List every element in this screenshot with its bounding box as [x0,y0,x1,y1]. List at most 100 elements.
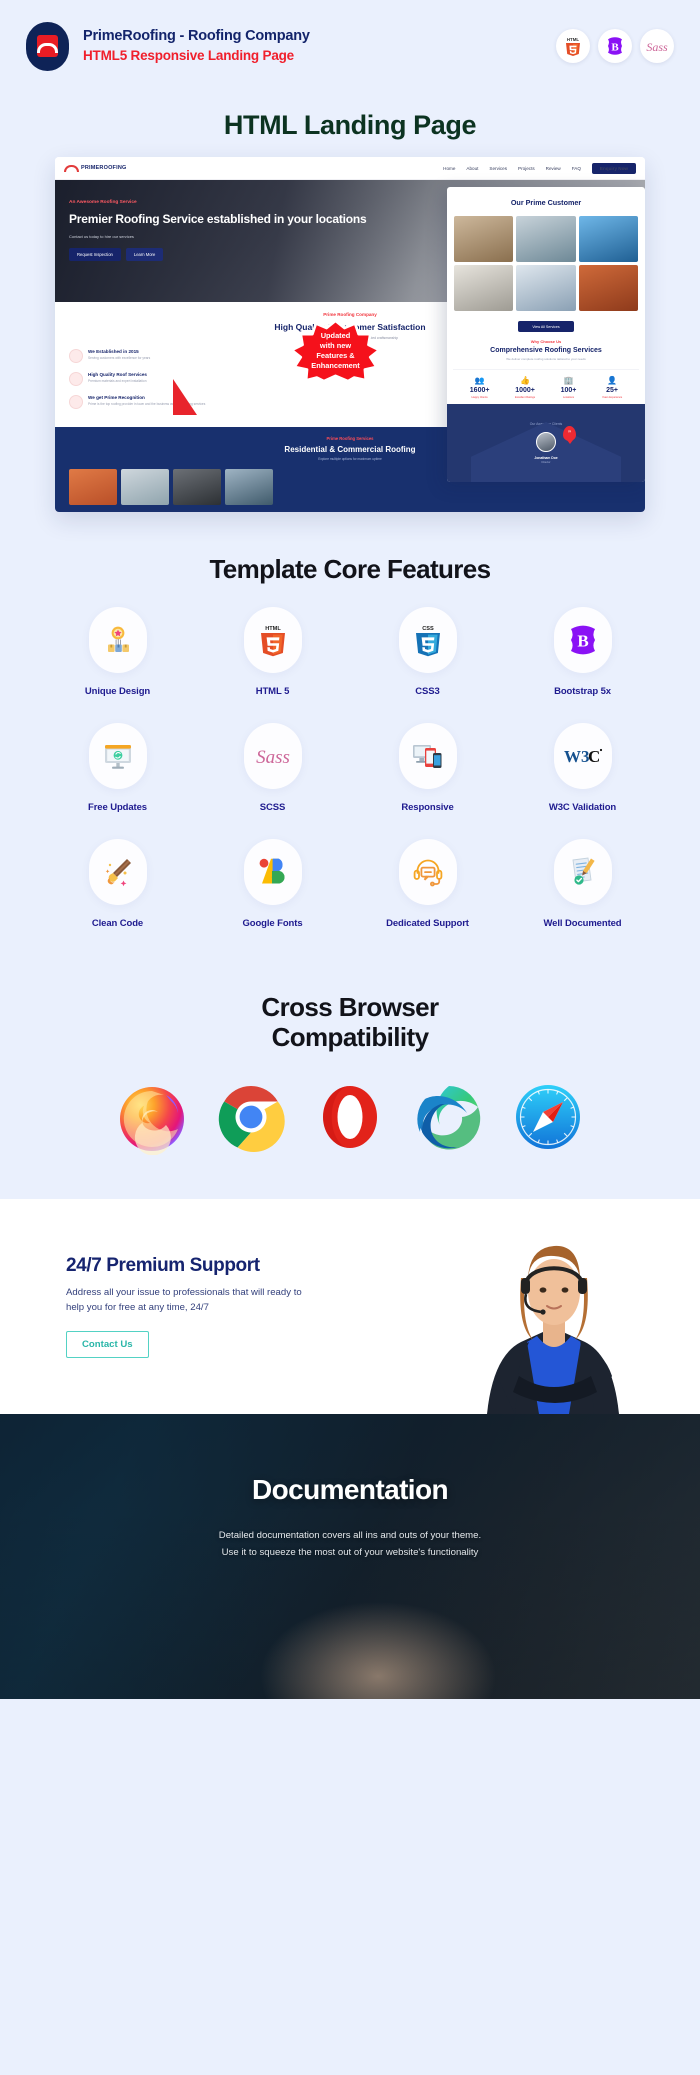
badge-line-3: Features & [316,351,355,360]
feature-label: W3C Validation [548,802,617,813]
feature-google-fonts[interactable]: Google Fonts [195,839,350,955]
overlay-stat: 🏢 100+ Locations [560,376,577,399]
brand-subtitle: HTML5 Responsive Landing Page [83,47,294,63]
preview-nav-item: FAQ [571,165,581,171]
overlay-stats: 👥 1600+ Happy Clients 👍 1000+ Excellent … [453,369,639,406]
preview-nav-item: Services [489,165,508,171]
feature-label: Google Fonts [242,918,303,929]
quality-item-icon [69,372,83,386]
feature-clean-code[interactable]: Clean Code [40,839,195,955]
preview-service-thumb [225,469,273,505]
sass-badge-icon: Sass [640,29,674,63]
preview-hero-button-2: Learn More [125,247,164,261]
feature-well-documented[interactable]: Well Documented [505,839,660,955]
landing-page: PrimeRoofing - Roofing Company HTML5 Res… [0,0,700,1699]
edge-icon [411,1079,487,1155]
feature-free-updates[interactable]: Free Updates [40,723,195,839]
preview-nav-item: About [466,165,479,171]
preview-overlay-page: Our Prime Customer View All Services Why… [447,187,645,482]
html5-badge-icon: HTML [556,29,590,63]
roof-logo-icon [26,21,69,71]
overlay-gallery-item [454,216,514,262]
overlay-testimonial: Our Awesome Clients Jonatham Doe Directo… [447,404,645,482]
badge-line-4: Enhancement [311,360,360,370]
overlay-gallery-item [578,216,638,262]
overlay-gallery-item [516,265,576,311]
badge-line-2: with new [319,341,352,351]
svg-text:B: B [577,632,588,651]
chrome-icon [213,1079,289,1155]
support-description: Address all your issue to professionals … [66,1286,302,1313]
award-badge-icon [88,607,147,673]
svg-text:W3: W3 [564,747,590,766]
contact-us-button[interactable]: Contact Us [66,1330,149,1358]
feature-label: Clean Code [91,918,144,929]
feature-label: Unique Design [84,686,151,697]
features-grid: Unique Design HTML HTML 5 CSS CSS3 B Boo… [0,607,700,983]
quality-item-icon [69,349,83,363]
overlay-gallery [447,212,645,315]
overlay-why-sub: We deliver complete roofing solutions ta… [506,357,586,361]
feature-scss[interactable]: Sass SCSS [195,723,350,839]
preview-nav-item: Projects [518,165,535,171]
feature-label: Well Documented [543,918,622,929]
preview-logo: PRIMEROOFING [64,164,126,172]
svg-text:B: B [611,41,619,53]
preview-nav-menu: Home About Services Projects Review FAQ … [443,162,636,174]
feature-responsive[interactable]: Responsive [350,723,505,839]
feature-label: Responsive [401,802,454,813]
page-header: PrimeRoofing - Roofing Company HTML5 Res… [0,0,700,92]
svg-text:C: C [588,747,600,766]
svg-text:Sass: Sass [256,747,290,768]
support-title: 24/7 Premium Support [66,1254,260,1276]
experience-icon: 👤 [607,376,618,385]
overlay-cta-button: View All Services [518,321,574,332]
brand-title: PrimeRoofing - Roofing Company [83,28,310,45]
bootstrap-badge-icon: B [598,29,632,63]
support-section: 24/7 Premium Support Address all your is… [0,1198,700,1414]
overlay-why-kicker: Why Choose Us [530,339,562,344]
updated-badge: Updated with new Features & Enhancement [291,320,380,382]
feature-label: CSS3 [415,686,440,697]
overlay-gallery-item [578,265,638,311]
preview-quality-item: We get Prime Recognition Prime is the to… [69,395,221,409]
badge-line-1: Updated [320,331,351,341]
overlay-why-heading: Comprehensive Roofing Services [490,347,602,354]
paintbrush-icon [88,839,147,905]
feature-css3[interactable]: CSS CSS3 [350,607,505,723]
html5-icon: HTML [243,607,302,673]
preview-quality-item: We Established in 2015 Serving customers… [69,349,221,363]
svg-text:Sass: Sass [646,40,668,54]
css3-icon: CSS [398,607,457,673]
preview-service-thumb [173,469,221,505]
features-title: Template Core Features [209,554,491,584]
support-agent-photo [467,1218,642,1414]
feature-label: Free Updates [88,802,147,813]
feature-label: SCSS [259,802,286,813]
feature-w3c-validation[interactable]: W3 C W3C Validation [505,723,660,839]
preview-enquiry-button: Enquiry Now [591,162,636,174]
headset-icon [398,839,457,905]
feature-unique-design[interactable]: Unique Design [40,607,195,723]
feature-dedicated-support[interactable]: Dedicated Support [350,839,505,955]
browsers-title: Cross Browser Compatibility [261,992,439,1052]
preview-navbar: PRIMEROOFING Home About Services Project… [55,157,645,180]
tech-badge-group: HTML B Sass [556,29,674,63]
feature-html5[interactable]: HTML HTML 5 [195,607,350,723]
feature-bootstrap[interactable]: B Bootstrap 5x [505,607,660,723]
google-fonts-icon [243,839,302,905]
bootstrap-icon: B [553,607,612,673]
brand: PrimeRoofing - Roofing Company HTML5 Res… [26,21,310,71]
svg-text:HTML: HTML [567,37,580,42]
preview-nav-item: Home [443,165,456,171]
safari-icon [510,1079,586,1155]
overlay-gallery-item [454,265,514,311]
overlay-heading: Our Prime Customer [510,198,582,207]
preview-hero-button-1: Request Inspection [69,247,121,261]
page-title: HTML Landing Page [223,110,477,140]
documentation-title: Documentation [252,1473,449,1505]
preview-quality-item: High Quality Roof Services Premium mater… [69,372,221,386]
avatar [536,432,556,452]
preview-service-thumb [69,469,117,505]
template-preview: PRIMEROOFING Home About Services Project… [0,157,700,540]
